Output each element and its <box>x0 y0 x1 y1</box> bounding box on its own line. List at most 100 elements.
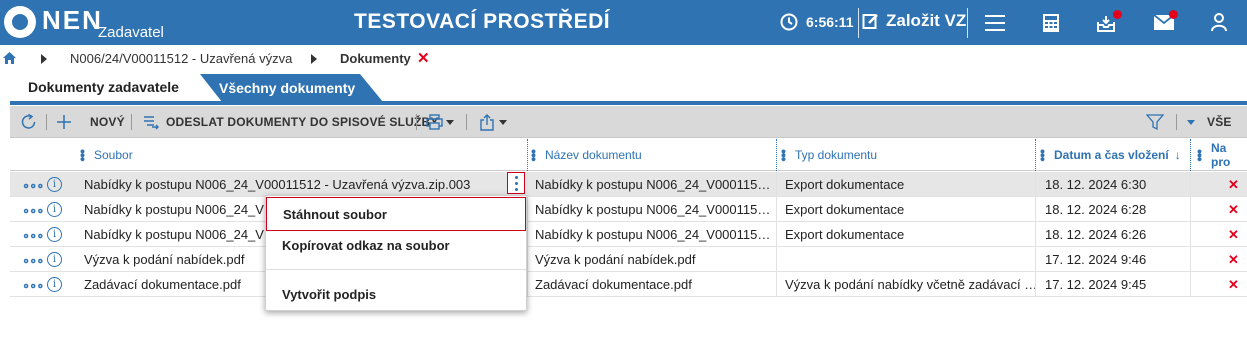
cross-icon: ✕ <box>1228 177 1239 192</box>
row-actions-icon[interactable]: ∘∘∘ <box>22 278 44 294</box>
row-divider <box>776 172 777 297</box>
app-header: NEN Zadavatel TESTOVACÍ PROSTŘEDÍ 6:56:1… <box>0 0 1247 45</box>
chevron-right-icon <box>311 54 317 64</box>
filter-button[interactable] <box>1146 106 1164 138</box>
menu-item-download[interactable]: Stáhnout soubor <box>266 197 526 231</box>
breadcrumb-current: Dokumenty <box>340 51 411 66</box>
cell-datum: 18. 12. 2024 6:30 <box>1045 177 1147 192</box>
table-row[interactable]: ∘∘∘ i Nabídky k postupu N006_24_V000115 … <box>10 222 1247 247</box>
cell-typ <box>785 247 1040 272</box>
logo-circle-icon <box>4 6 36 38</box>
home-icon[interactable] <box>3 52 16 67</box>
cell-soubor[interactable]: Nabídky k postupu N006_24_V00011512 - Uz… <box>84 172 504 197</box>
menu-item-copy-link[interactable]: Kopírovat odkaz na soubor <box>266 231 526 259</box>
caret-down-icon <box>1187 119 1195 125</box>
column-divider[interactable] <box>1035 139 1036 171</box>
send-to-registry-label: ODESLAT DOKUMENTY DO SPISOVÉ SLUŽBY <box>166 115 439 129</box>
cell-typ: Export dokumentace <box>785 202 905 217</box>
cell-soubor[interactable]: Nabídky k postupu N006_24_V000115 <box>84 222 264 247</box>
edit-icon <box>862 14 878 29</box>
table-row[interactable]: ∘∘∘ i Výzva k podání nabídek.pdf Výzva k… <box>10 247 1247 272</box>
kebab-dot <box>515 182 518 185</box>
column-divider[interactable] <box>1190 139 1191 171</box>
column-header-nazev[interactable]: ••• Název dokumentu <box>526 139 642 171</box>
menu-icon[interactable] <box>985 14 1005 37</box>
header-divider <box>967 8 968 38</box>
cross-icon: ✕ <box>1228 202 1239 217</box>
info-icon[interactable]: i <box>47 277 62 292</box>
row-actions-icon[interactable]: ∘∘∘ <box>22 253 44 269</box>
user-icon[interactable] <box>1211 13 1227 36</box>
print-icon <box>426 114 443 130</box>
create-contract-label: Založit VZ <box>886 11 967 30</box>
filter-select[interactable]: VŠE <box>1187 106 1232 138</box>
row-actions-icon[interactable]: ∘∘∘ <box>22 203 44 219</box>
cross-icon: ✕ <box>1228 277 1239 292</box>
toolbar-divider <box>1176 114 1177 130</box>
cross-icon: ✕ <box>1228 227 1239 242</box>
breadcrumb-contract-link[interactable]: N006/24/V00011512 - Uzavřená výzva <box>70 51 292 66</box>
kebab-dot <box>515 188 518 191</box>
column-divider[interactable] <box>776 139 777 171</box>
column-menu-icon[interactable]: ••• <box>776 149 792 161</box>
row-actions-icon[interactable]: ∘∘∘ <box>22 228 44 244</box>
column-menu-icon[interactable]: ••• <box>1192 149 1208 161</box>
column-menu-icon[interactable]: ••• <box>75 149 91 161</box>
cell-soubor[interactable]: Nabídky k postupu N006_24_V000115 <box>84 197 264 222</box>
info-icon[interactable]: i <box>47 177 62 192</box>
sort-desc-icon: ↓ <box>1174 148 1181 162</box>
tab-dokumenty-zadavatele[interactable]: Dokumenty zadavatele <box>10 74 200 101</box>
table-row[interactable]: ∘∘∘ i Nabídky k postupu N006_24_V000115 … <box>10 197 1247 222</box>
info-icon[interactable]: i <box>47 252 62 267</box>
info-icon[interactable]: i <box>47 227 62 242</box>
inbox-notification-badge <box>1113 10 1122 19</box>
column-header-label: Název dokumentu <box>545 148 642 162</box>
column-header-typ[interactable]: ••• Typ dokumentu <box>776 139 878 171</box>
row-divider <box>1035 172 1036 297</box>
nen-logo[interactable]: NEN <box>4 4 103 42</box>
column-header-label: Na pro <box>1211 141 1231 169</box>
table-row[interactable]: ∘∘∘ i Nabídky k postupu N006_24_V0001151… <box>10 172 1247 197</box>
column-header-na-pro[interactable]: ••• Na pro <box>1192 139 1247 171</box>
new-document-button[interactable]: NOVÝ <box>55 106 125 138</box>
column-menu-icon[interactable]: ••• <box>1035 149 1051 161</box>
cell-datum: 17. 12. 2024 9:45 <box>1045 277 1147 292</box>
export-menu-button[interactable] <box>479 106 507 138</box>
cell-soubor[interactable]: Výzva k podání nabídek.pdf <box>84 247 264 272</box>
cell-nazev: Nabídky k postupu N006_24_V000115… <box>535 202 771 217</box>
toolbar-divider <box>466 114 467 130</box>
column-header-label: Typ dokumentu <box>795 148 878 162</box>
close-breadcrumb-icon[interactable]: ✕ <box>417 49 430 67</box>
tab-underline <box>10 101 1247 105</box>
row-divider <box>527 172 528 297</box>
column-menu-icon[interactable]: ••• <box>526 149 542 161</box>
toolbar: NOVÝ ODESLAT DOKUMENTY DO SPISOVÉ SLUŽBY… <box>10 106 1247 138</box>
toolbar-divider <box>46 114 47 130</box>
column-header-label: Soubor <box>94 148 133 162</box>
cell-nazev: Nabídky k postupu N006_24_V000115… <box>535 227 771 242</box>
column-header-soubor[interactable]: ••• Soubor <box>75 139 133 171</box>
tab-vsechny-dokumenty[interactable]: Všechny dokumenty <box>200 74 390 102</box>
row-divider <box>1190 172 1191 297</box>
new-document-label: NOVÝ <box>90 115 125 129</box>
environment-title: TESTOVACÍ PROSTŘEDÍ <box>354 10 611 33</box>
table-row[interactable]: ∘∘∘ i Zadávací dokumentace.pdf Zadávací … <box>10 272 1247 297</box>
column-divider[interactable] <box>527 139 528 171</box>
info-icon[interactable]: i <box>47 202 62 217</box>
cell-typ: Výzva k podání nabídky včetně zadávací … <box>785 277 1038 292</box>
chevron-right-icon <box>41 54 47 64</box>
cell-soubor[interactable]: Zadávací dokumentace.pdf <box>84 272 264 297</box>
file-actions-kebab-button[interactable] <box>507 172 525 194</box>
toolbar-divider <box>131 114 132 130</box>
send-to-registry-button[interactable]: ODESLAT DOKUMENTY DO SPISOVÉ SLUŽBY <box>143 106 439 138</box>
print-menu-button[interactable] <box>426 106 454 138</box>
calculator-icon[interactable] <box>1042 13 1060 38</box>
column-header-datum[interactable]: ••• Datum a čas vložení ↓ <box>1035 139 1181 171</box>
header-divider <box>858 8 859 38</box>
row-actions-icon[interactable]: ∘∘∘ <box>22 178 44 194</box>
mail-notification-badge <box>1169 10 1178 19</box>
create-contract-button[interactable]: Založit VZ <box>862 11 966 31</box>
file-context-menu: Stáhnout soubor Kopírovat odkaz na soubo… <box>265 195 527 311</box>
menu-item-create-signature[interactable]: Vytvořit podpis <box>266 280 526 308</box>
refresh-button[interactable] <box>20 106 38 138</box>
